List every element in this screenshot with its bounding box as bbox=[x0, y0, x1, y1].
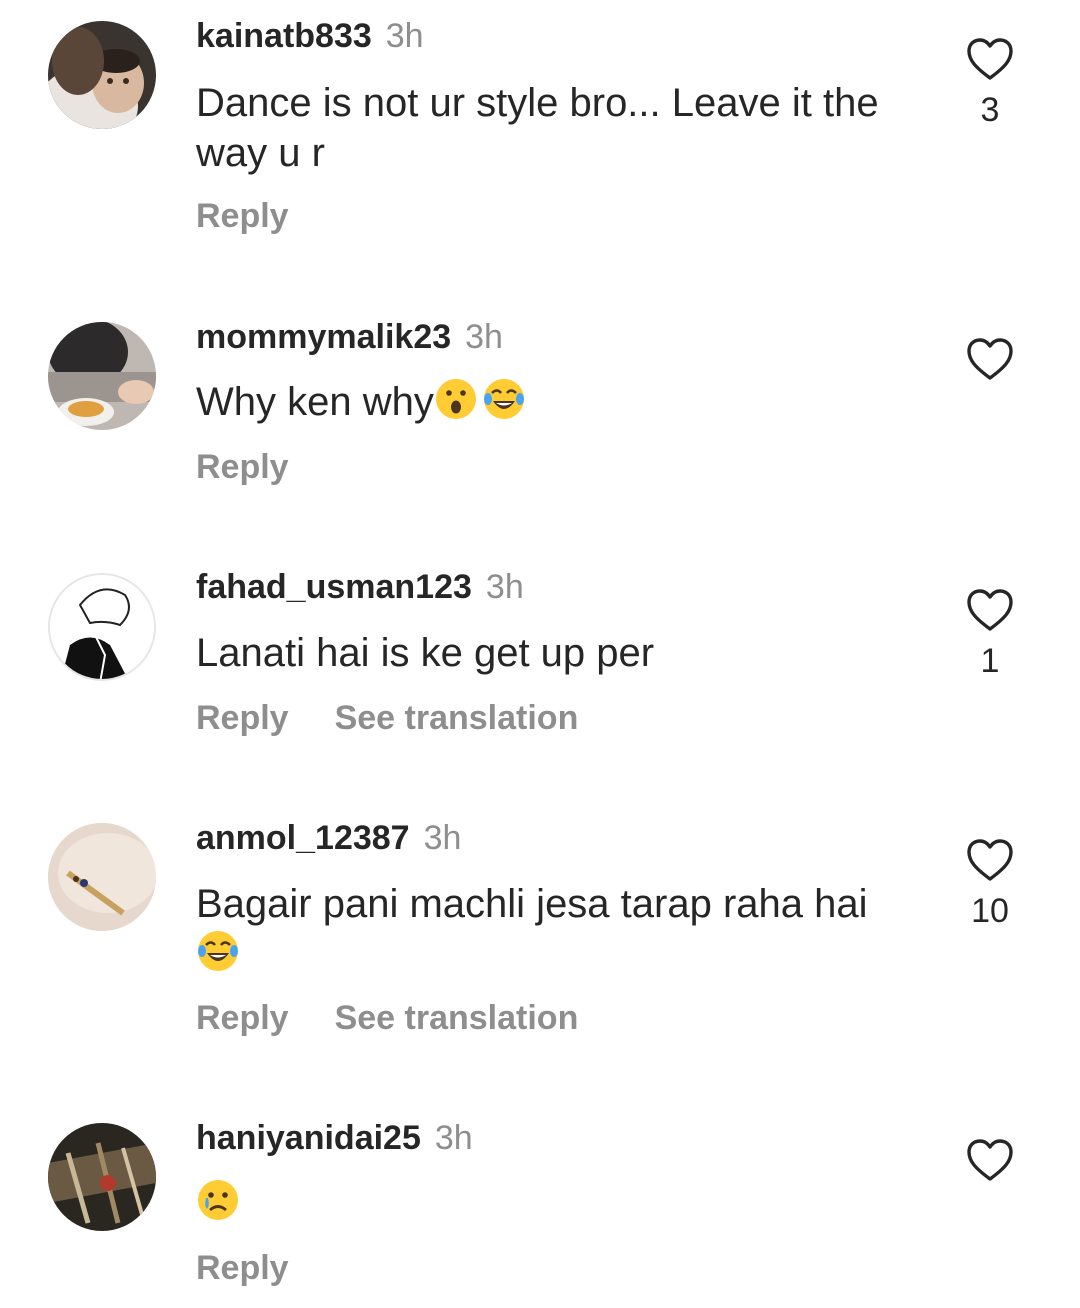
comment-header: mommymalik23 3h bbox=[196, 317, 503, 357]
comment-text: Lanati hai is ke get up per bbox=[196, 631, 655, 675]
like-column: 3 bbox=[950, 36, 1030, 130]
like-count: 1 bbox=[980, 642, 1000, 680]
heart-outline-icon[interactable] bbox=[950, 1137, 1030, 1183]
see-translation-button[interactable]: See translation bbox=[335, 698, 579, 738]
avatar[interactable] bbox=[48, 322, 156, 430]
comment-actions: Reply bbox=[196, 447, 289, 487]
username[interactable]: fahad_usman123 bbox=[196, 568, 472, 606]
reply-button[interactable]: Reply bbox=[196, 196, 289, 236]
avatar[interactable] bbox=[48, 1123, 156, 1231]
like-column: 1 bbox=[950, 587, 1030, 681]
avatar[interactable] bbox=[48, 573, 156, 681]
comment-header: fahad_usman123 3h bbox=[196, 567, 524, 607]
timestamp: 3h bbox=[385, 17, 424, 55]
comment-actions: Reply bbox=[196, 196, 289, 236]
timestamp: 3h bbox=[485, 568, 524, 606]
comment-actions: Reply See translation bbox=[196, 698, 578, 738]
username[interactable]: mommymalik23 bbox=[196, 318, 451, 356]
heart-outline-icon[interactable] bbox=[950, 336, 1030, 382]
like-column: 10 bbox=[950, 837, 1030, 931]
laughing-tears-emoji bbox=[482, 377, 526, 421]
see-translation-button[interactable]: See translation bbox=[335, 998, 579, 1038]
heart-outline-icon[interactable] bbox=[950, 837, 1030, 883]
comment-actions: Reply bbox=[196, 1248, 289, 1288]
comment-text: Why ken why bbox=[196, 377, 916, 427]
username[interactable]: anmol_12387 bbox=[196, 819, 410, 857]
comment-header: haniyanidai25 3h bbox=[196, 1118, 473, 1158]
reply-button[interactable]: Reply bbox=[196, 1248, 289, 1288]
crying-sad-emoji bbox=[196, 1178, 240, 1222]
comment-header: anmol_12387 3h bbox=[196, 818, 461, 858]
avatar[interactable] bbox=[48, 21, 156, 129]
comment-text: Dance is not ur style bro... Leave it th… bbox=[196, 81, 879, 175]
comment-text-body: Bagair pani machli jesa tarap raha hai bbox=[196, 882, 868, 926]
username[interactable]: kainatb833 bbox=[196, 17, 372, 55]
reply-button[interactable]: Reply bbox=[196, 998, 289, 1038]
comment-actions: Reply See translation bbox=[196, 998, 578, 1038]
heart-outline-icon[interactable] bbox=[950, 36, 1030, 82]
like-column bbox=[950, 1137, 1030, 1191]
like-count: 10 bbox=[971, 892, 1009, 930]
comment-text-body: Why ken why bbox=[196, 380, 434, 424]
comment-text: Bagair pani machli jesa tarap raha hai bbox=[196, 879, 916, 979]
reply-button[interactable]: Reply bbox=[196, 447, 289, 487]
heart-outline-icon[interactable] bbox=[950, 587, 1030, 633]
timestamp: 3h bbox=[465, 318, 503, 356]
comment-text bbox=[196, 1178, 916, 1228]
username[interactable]: haniyanidai25 bbox=[196, 1119, 421, 1157]
comment-header: kainatb833 3h bbox=[196, 16, 424, 56]
like-column bbox=[950, 336, 1030, 390]
surprised-emoji bbox=[434, 377, 478, 421]
timestamp: 3h bbox=[434, 1119, 473, 1157]
timestamp: 3h bbox=[423, 819, 462, 857]
avatar[interactable] bbox=[48, 823, 156, 931]
like-count: 3 bbox=[980, 91, 1000, 129]
laughing-tears-emoji bbox=[196, 929, 240, 973]
reply-button[interactable]: Reply bbox=[196, 698, 289, 738]
